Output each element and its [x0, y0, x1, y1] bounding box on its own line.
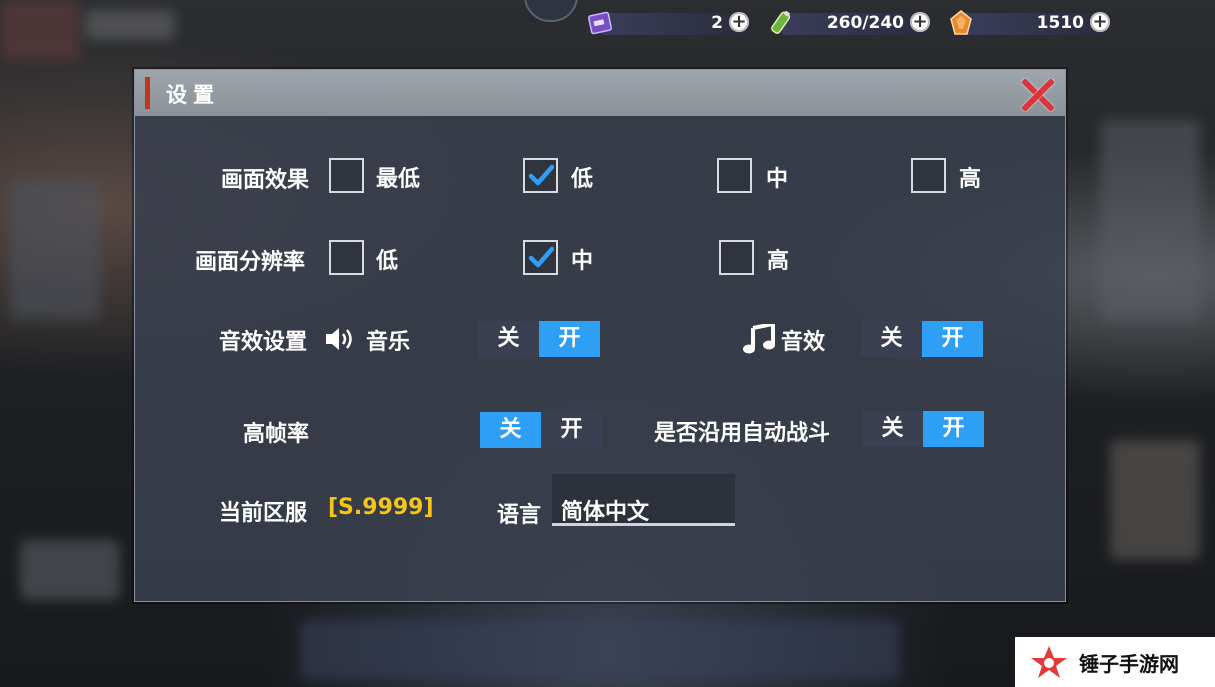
- ticket-count: 2: [711, 13, 723, 33]
- add-gem-button[interactable]: +: [1090, 12, 1110, 32]
- graphics-quality-label: 画面效果: [221, 168, 310, 193]
- sound-settings-label: 音效设置: [219, 330, 308, 355]
- title-accent-bar: [145, 77, 150, 109]
- framerate-on-option[interactable]: 开: [541, 412, 602, 448]
- resolution-label: 画面分辨率: [195, 250, 306, 275]
- framerate-off-option[interactable]: 关: [480, 412, 541, 448]
- auto-battle-label: 是否沿用自动战斗: [654, 421, 831, 446]
- language-value: 简体中文: [561, 500, 650, 525]
- dialog-titlebar: 设置: [135, 70, 1065, 116]
- stamina-resource: 260/240 +: [768, 8, 930, 38]
- resolution-medium-checkbox[interactable]: [523, 240, 558, 275]
- language-label: 语言: [497, 503, 542, 528]
- resolution-high-checkbox[interactable]: [719, 240, 754, 275]
- graphics-lowest-checkbox[interactable]: [329, 158, 364, 193]
- graphics-medium-label: 中: [766, 167, 789, 192]
- dialog-title: 设置: [166, 83, 220, 107]
- ticket-resource: 2 +: [587, 8, 749, 38]
- gem-icon: [948, 10, 974, 36]
- language-select[interactable]: 简体中文: [552, 474, 735, 526]
- music-label: 音乐: [366, 330, 411, 355]
- current-server-value: [S.9999]: [328, 495, 434, 520]
- stamina-icon: [768, 10, 794, 36]
- high-framerate-toggle[interactable]: 关 开: [480, 412, 602, 448]
- stamina-count: 260/240: [826, 13, 904, 33]
- music-off-option[interactable]: 关: [478, 321, 539, 357]
- graphics-low-label: 低: [571, 167, 594, 192]
- player-avatar[interactable]: [524, 0, 578, 22]
- checkmark-icon: [528, 164, 554, 186]
- sfx-label: 音效: [781, 330, 826, 355]
- graphics-high-label: 高: [959, 167, 982, 192]
- high-framerate-label: 高帧率: [243, 422, 310, 447]
- watermark-text: 锤子手游网: [1079, 651, 1179, 676]
- auto-battle-off-option[interactable]: 关: [862, 411, 923, 447]
- star-logo-icon: [1031, 646, 1067, 678]
- resolution-high-label: 高: [767, 249, 790, 274]
- resolution-low-label: 低: [376, 249, 399, 274]
- graphics-lowest-label: 最低: [376, 167, 421, 192]
- sfx-toggle[interactable]: 关 开: [861, 321, 983, 357]
- site-watermark: 锤子手游网: [1015, 637, 1215, 687]
- music-note-icon: [743, 324, 775, 354]
- resolution-medium-label: 中: [571, 249, 594, 274]
- auto-battle-on-option[interactable]: 开: [923, 411, 984, 447]
- checkmark-icon: [528, 246, 554, 268]
- ticket-icon: [587, 10, 613, 36]
- add-ticket-button[interactable]: +: [729, 12, 749, 32]
- music-on-option[interactable]: 开: [539, 321, 600, 357]
- graphics-high-checkbox[interactable]: [911, 158, 946, 193]
- close-icon[interactable]: [1019, 76, 1057, 114]
- settings-dialog: 设置 画面效果 最低 低 中 高 画面分辨率 低 中 高 音效设置 音乐 关 开…: [134, 69, 1066, 602]
- sfx-off-option[interactable]: 关: [861, 321, 922, 357]
- add-stamina-button[interactable]: +: [910, 12, 930, 32]
- auto-battle-toggle[interactable]: 关 开: [862, 411, 984, 447]
- gem-resource: 1510 +: [948, 8, 1110, 38]
- gem-count: 1510: [1036, 13, 1084, 33]
- sfx-on-option[interactable]: 开: [922, 321, 983, 357]
- graphics-medium-checkbox[interactable]: [717, 158, 752, 193]
- music-toggle[interactable]: 关 开: [478, 321, 600, 357]
- current-server-label: 当前区服: [219, 501, 308, 526]
- graphics-low-checkbox[interactable]: [523, 158, 558, 193]
- resolution-low-checkbox[interactable]: [329, 240, 364, 275]
- speaker-icon: [326, 328, 352, 350]
